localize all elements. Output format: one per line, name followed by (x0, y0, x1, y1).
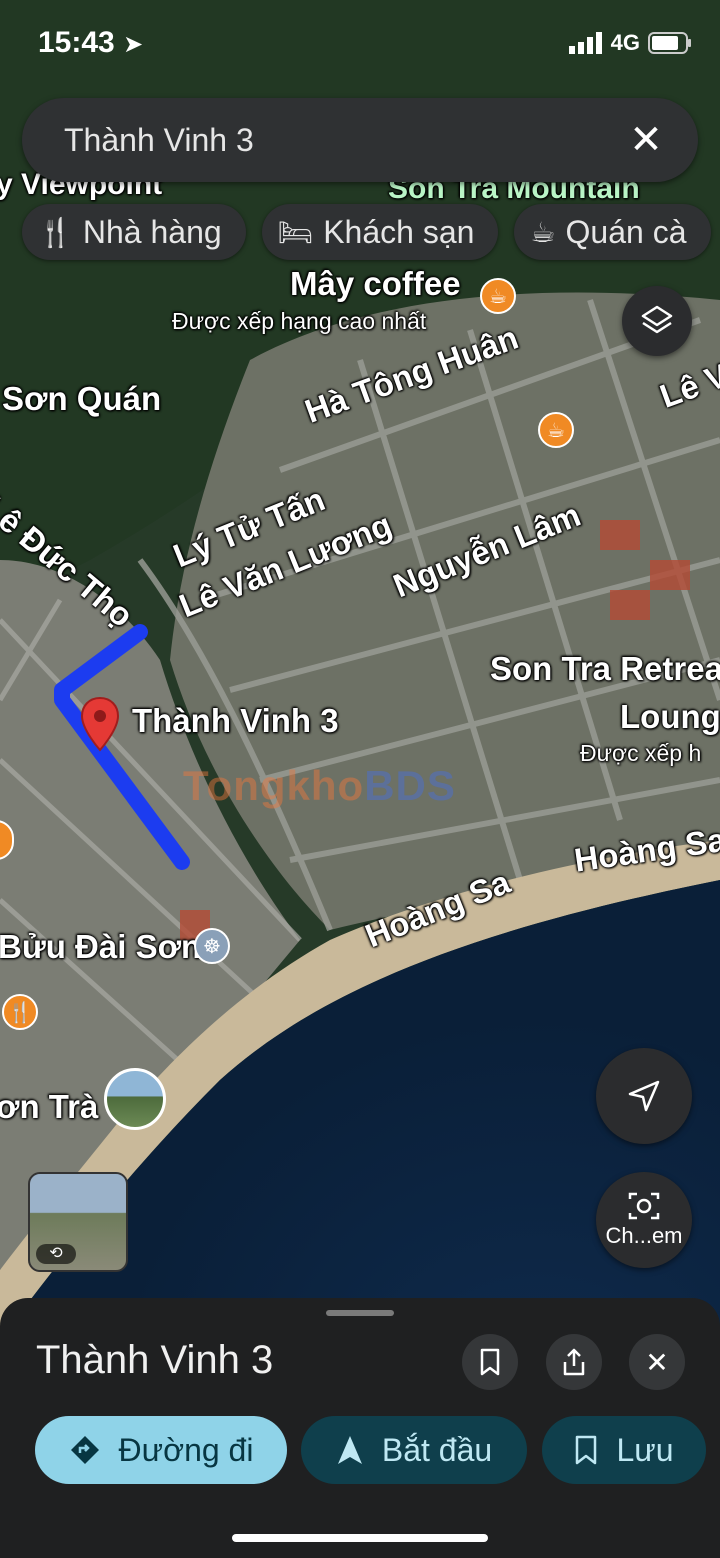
map-label-son-quan[interactable]: Sơn Quán (2, 380, 161, 418)
search-bar[interactable]: Thành Vinh 3 ✕ (22, 98, 698, 182)
camera-search-icon (628, 1192, 660, 1220)
bookmark-icon (480, 1348, 500, 1376)
map-label-buu-dai-son[interactable]: Bửu Đài Sơn (0, 928, 201, 966)
map-label-son-tra[interactable]: ơn Trà (0, 1088, 98, 1126)
location-pin-icon[interactable] (80, 696, 120, 752)
cafe-poi-icon[interactable]: ☕ (480, 278, 516, 314)
start-label: Bắt đầu (381, 1431, 493, 1468)
close-sheet-button[interactable]: ✕ (629, 1334, 685, 1390)
layers-button[interactable] (622, 286, 692, 356)
category-chips: 🍴 Nhà hàng 🛏 Khách sạn ☕ Quán cà (22, 204, 711, 260)
save-label: Lưu (616, 1431, 674, 1468)
map-label-may-coffee[interactable]: Mây coffee (290, 265, 461, 303)
chip-label: Nhà hàng (82, 213, 222, 250)
photo-poi-thumbnail[interactable] (104, 1068, 166, 1130)
bookmark-button[interactable] (462, 1334, 518, 1390)
chip-cafes[interactable]: ☕ Quán cà (514, 204, 711, 260)
lens-label: Ch...em (605, 1223, 683, 1248)
restaurant-icon: 🍴 (38, 216, 73, 248)
place-bottom-sheet[interactable]: Thành Vinh 3 ✕ Đường đi Bắt đầu Lưu (0, 1298, 720, 1558)
my-location-button[interactable] (596, 1048, 692, 1144)
directions-button[interactable]: Đường đi (35, 1416, 287, 1484)
chip-label: Khách sạn (323, 213, 475, 250)
status-icons: 4G (568, 30, 692, 56)
layers-icon (641, 305, 673, 334)
network-type: 4G (610, 30, 640, 55)
close-icon: ✕ (645, 1346, 669, 1378)
map-label-top-rated-2: Được xếp h (580, 740, 702, 766)
cafe-poi-icon-2[interactable]: ☕ (538, 412, 574, 448)
battery-icon (648, 32, 691, 54)
share-button[interactable] (546, 1334, 602, 1390)
home-indicator[interactable] (232, 1534, 488, 1542)
chip-label: Quán cà (565, 213, 687, 250)
close-icon[interactable]: ✕ (616, 110, 676, 170)
location-arrow-icon: ➤ (123, 31, 144, 58)
chip-restaurants[interactable]: 🍴 Nhà hàng (22, 204, 246, 260)
cafe-icon: ☕ (530, 216, 556, 248)
drag-handle[interactable] (326, 1310, 394, 1316)
navigation-arrow-icon (628, 1080, 660, 1112)
place-title: Thành Vinh 3 (36, 1338, 274, 1382)
directions-label: Đường đi (118, 1431, 254, 1468)
status-bar: 15:43 ➤ 4G (0, 0, 720, 88)
map-label-lounge[interactable]: Lounge (620, 698, 720, 736)
chip-hotels[interactable]: 🛏 Khách sạn (261, 204, 499, 260)
hotel-icon: 🛏 (277, 216, 314, 248)
map-label-pin: Thành Vinh 3 (132, 702, 339, 739)
navigation-icon (337, 1436, 362, 1464)
map-label-top-rated: Được xếp hạng cao nhất (172, 308, 427, 334)
signal-icon (568, 32, 602, 54)
lens-button[interactable]: Ch...em (596, 1172, 692, 1268)
restaurant-poi-icon[interactable]: 🍴 (2, 994, 38, 1030)
map-label-son-tra-retreat[interactable]: Son Tra Retreat (490, 650, 720, 688)
temple-poi-icon[interactable]: ☸ (194, 928, 230, 964)
watermark: TongkhoBDS (183, 762, 456, 809)
save-button[interactable]: Lưu (542, 1416, 706, 1484)
rotate-360-icon: ⟲ (36, 1244, 76, 1264)
street-view-thumbnail[interactable]: ⟲ (28, 1172, 128, 1272)
search-query[interactable]: Thành Vinh 3 (64, 122, 616, 159)
directions-icon (70, 1436, 99, 1464)
status-time: 15:43 ➤ (38, 26, 144, 59)
share-icon (563, 1348, 585, 1376)
start-button[interactable]: Bắt đầu (301, 1416, 527, 1484)
bookmark-icon (576, 1435, 597, 1465)
